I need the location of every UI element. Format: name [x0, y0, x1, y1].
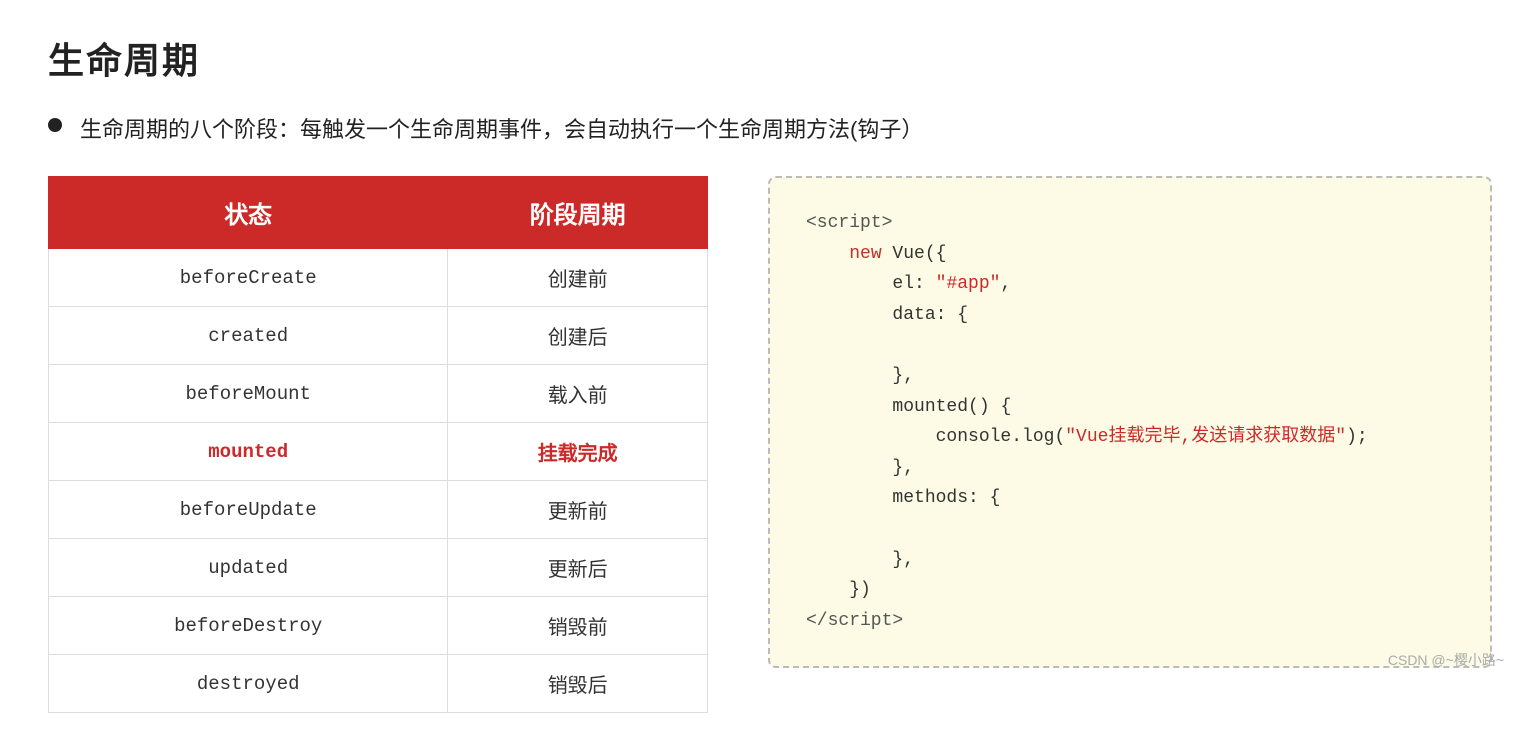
table-cell-phase: 创建前 — [448, 249, 708, 307]
table-cell-state: beforeMount — [49, 365, 448, 423]
table-cell-phase: 更新后 — [448, 539, 708, 597]
col-phase-header: 阶段周期 — [448, 177, 708, 249]
table-row: beforeCreate创建前 — [49, 249, 708, 307]
bullet-point: 生命周期的八个阶段：每触发一个生命周期事件，会自动执行一个生命周期方法(钩子） — [48, 112, 1492, 144]
footer-watermark: CSDN @~樱小路~ — [1388, 650, 1504, 670]
table-cell-phase: 挂载完成 — [448, 423, 708, 481]
table-cell-phase: 更新前 — [448, 481, 708, 539]
table-cell-phase: 销毁前 — [448, 597, 708, 655]
el-key: el: — [892, 274, 935, 294]
methods-key: methods: { — [892, 488, 1000, 508]
table-cell-state: beforeUpdate — [49, 481, 448, 539]
lifecycle-table-section: 状态 阶段周期 beforeCreate创建前created创建后beforeM… — [48, 176, 708, 713]
table-cell-phase: 销毁后 — [448, 655, 708, 713]
data-key: data: { — [892, 305, 968, 325]
table-cell-phase: 载入前 — [448, 365, 708, 423]
console-log: console.log( — [936, 427, 1066, 447]
table-cell-state: destroyed — [49, 655, 448, 713]
code-section: <script> new Vue({ el: "#app", data: { }… — [768, 176, 1492, 668]
table-row: beforeUpdate更新前 — [49, 481, 708, 539]
lifecycle-table: 状态 阶段周期 beforeCreate创建前created创建后beforeM… — [48, 176, 708, 713]
table-row: beforeMount载入前 — [49, 365, 708, 423]
console-string: "Vue挂载完毕,发送请求获取数据" — [1065, 427, 1346, 447]
table-cell-state: updated — [49, 539, 448, 597]
mounted-func: mounted() { — [892, 397, 1011, 417]
new-keyword: new — [849, 244, 881, 264]
subtitle-text: 生命周期的八个阶段：每触发一个生命周期事件，会自动执行一个生命周期方法(钩子） — [80, 112, 923, 144]
code-block: <script> new Vue({ el: "#app", data: { }… — [806, 208, 1454, 636]
table-row: updated更新后 — [49, 539, 708, 597]
console-end: ); — [1346, 427, 1368, 447]
script-close-tag: </script> — [806, 611, 903, 631]
script-open-tag: <script> — [806, 213, 892, 233]
mounted-close: }, — [892, 458, 914, 478]
page-title: 生命周期 — [48, 32, 1492, 84]
methods-close: }, — [892, 550, 914, 570]
table-cell-state: created — [49, 307, 448, 365]
col-state-header: 状态 — [49, 177, 448, 249]
table-row: created创建后 — [49, 307, 708, 365]
vue-constructor: Vue({ — [882, 244, 947, 264]
table-cell-state: beforeCreate — [49, 249, 448, 307]
table-row: mounted挂载完成 — [49, 423, 708, 481]
main-content: 状态 阶段周期 beforeCreate创建前created创建后beforeM… — [48, 176, 1492, 713]
data-close: }, — [892, 366, 914, 386]
table-row: destroyed销毁后 — [49, 655, 708, 713]
vue-close: }) — [849, 580, 871, 600]
bullet-dot-icon — [48, 118, 62, 132]
table-cell-state: beforeDestroy — [49, 597, 448, 655]
el-value: "#app" — [936, 274, 1001, 294]
table-row: beforeDestroy销毁前 — [49, 597, 708, 655]
table-cell-state: mounted — [49, 423, 448, 481]
table-cell-phase: 创建后 — [448, 307, 708, 365]
table-header-row: 状态 阶段周期 — [49, 177, 708, 249]
